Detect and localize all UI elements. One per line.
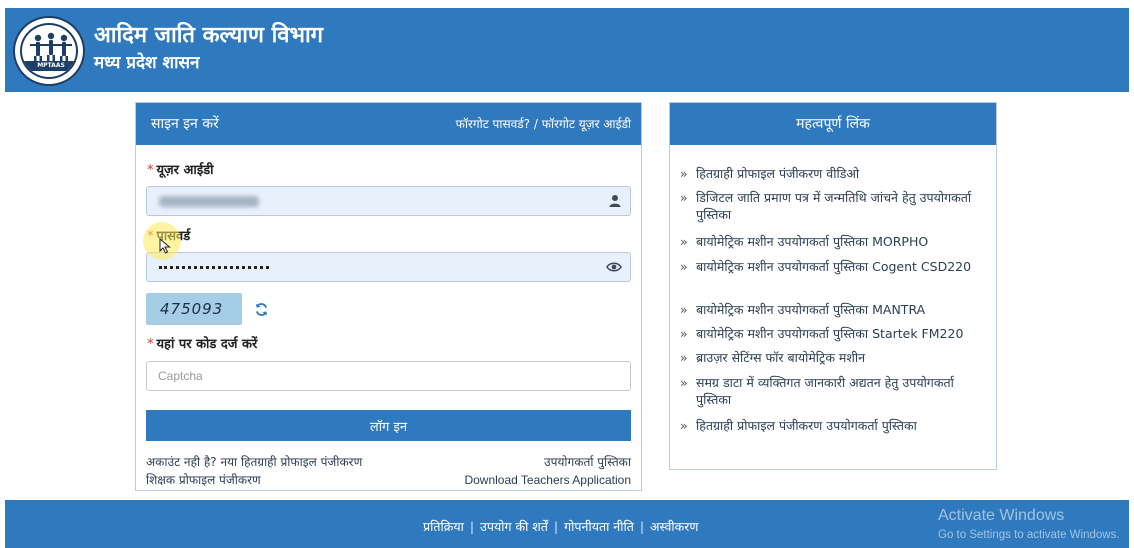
department-logo: MPTAAS xyxy=(13,16,85,86)
captcha-image: 475093 xyxy=(146,293,242,325)
windows-activation-watermark: Activate Windows Go to Settings to activ… xyxy=(938,507,1120,541)
user-manual-link[interactable]: उपयोगकर्ता पुस्तिका xyxy=(544,454,631,470)
link-item[interactable]: » बायोमेट्रिक मशीन उपयोगकर्ता पुस्तिका Co… xyxy=(680,258,990,275)
login-panel: साइन इन करें फॉरगोट पासवर्ड? / फॉरगोट यू… xyxy=(135,102,642,491)
chevron-right-icon: » xyxy=(680,375,688,390)
page-frame: MPTAAS आदिम जाति कल्याण विभाग मध्य प्रदे… xyxy=(5,8,1129,548)
new-beneficiary-registration-link[interactable]: अकाउंट नही है? नया हितग्राही प्रोफाइल पं… xyxy=(146,454,362,470)
user-id-label: * यूज़र आईडी xyxy=(147,163,214,178)
user-id-field[interactable] xyxy=(146,186,631,216)
header-title: आदिम जाति कल्याण विभाग xyxy=(94,23,324,48)
refresh-captcha-icon[interactable] xyxy=(254,302,269,317)
footer-links: प्रतिक्रिया | उपयोग की शर्तें | गोपनीयता नीत… xyxy=(423,519,699,534)
link-item[interactable]: » ब्राउज़र सेटिंग्स फॉर बायोमेट्रिक मशीन xyxy=(680,349,990,366)
chevron-right-icon: » xyxy=(680,190,688,205)
login-panel-title: साइन इन करें xyxy=(151,116,219,132)
footer-link-privacy[interactable]: गोपनीयता नीति xyxy=(564,519,634,534)
chevron-right-icon: » xyxy=(680,259,688,274)
password-masked-value xyxy=(159,266,269,269)
chevron-right-icon: » xyxy=(680,418,688,433)
user-id-value-blurred xyxy=(159,196,259,207)
site-header: MPTAAS आदिम जाति कल्याण विभाग मध्य प्रदे… xyxy=(5,8,1129,92)
link-item[interactable]: » हितग्राही प्रोफाइल पंजीकरण वीडिओ xyxy=(680,165,990,182)
chevron-right-icon: » xyxy=(680,302,688,317)
important-links-title: महत्वपूर्ण लिंक xyxy=(796,116,870,132)
mouse-cursor-highlight xyxy=(143,222,181,260)
logo-text: MPTAAS xyxy=(37,62,65,69)
captcha-code: 475093 xyxy=(160,300,224,318)
chevron-right-icon: » xyxy=(680,350,688,365)
captcha-input[interactable] xyxy=(146,361,631,391)
link-item[interactable]: » बायोमेट्रिक मशीन उपयोगकर्ता पुस्तिका MA… xyxy=(680,301,990,318)
link-item[interactable]: » डिजिटल जाति प्रमाण पत्र में जन्मतिथि जा… xyxy=(680,189,990,223)
link-item[interactable]: » हितग्राही प्रोफाइल पंजीकरण उपयोगकर्ता प… xyxy=(680,417,990,434)
footer-link-disclaimer[interactable]: अस्वीकरण xyxy=(650,519,698,534)
login-panel-header: साइन इन करें फॉरगोट पासवर्ड? / फॉरगोट यू… xyxy=(136,103,641,145)
chevron-right-icon: » xyxy=(680,326,688,341)
link-item[interactable]: » समग्र डाटा में व्यक्तिगत जानकारी अद्यतन… xyxy=(680,374,990,408)
mouse-pointer-icon xyxy=(159,238,171,254)
eye-icon[interactable] xyxy=(606,260,622,274)
footer-link-feedback[interactable]: प्रतिक्रिया xyxy=(423,519,464,534)
user-icon xyxy=(609,195,621,207)
download-teachers-application-link[interactable]: Download Teachers Application xyxy=(464,472,631,488)
important-links-panel: महत्वपूर्ण लिंक » हितग्राही प्रोफाइल पंजी… xyxy=(669,102,997,470)
teacher-registration-link[interactable]: शिक्षक प्रोफाइल पंजीकरण xyxy=(146,472,261,488)
captcha-label: * यहां पर कोड दर्ज करें xyxy=(147,337,258,352)
footer-link-terms[interactable]: उपयोग की शर्तें xyxy=(480,519,548,534)
login-button[interactable]: लॉग इन xyxy=(146,410,631,441)
link-item[interactable]: » बायोमेट्रिक मशीन उपयोगकर्ता पुस्तिका MO… xyxy=(680,233,990,250)
forgot-password-userid-link[interactable]: फॉरगोट पासवर्ड? / फॉरगोट यूज़र आईडी xyxy=(456,116,631,132)
chevron-right-icon: » xyxy=(680,166,688,181)
important-links-header: महत्वपूर्ण लिंक xyxy=(670,103,996,145)
chevron-right-icon: » xyxy=(680,234,688,249)
header-subtitle: मध्य प्रदेश शासन xyxy=(94,53,200,73)
link-item[interactable]: » बायोमेट्रिक मशीन उपयोगकर्ता पुस्तिका St… xyxy=(680,325,990,342)
password-field[interactable] xyxy=(146,252,631,282)
